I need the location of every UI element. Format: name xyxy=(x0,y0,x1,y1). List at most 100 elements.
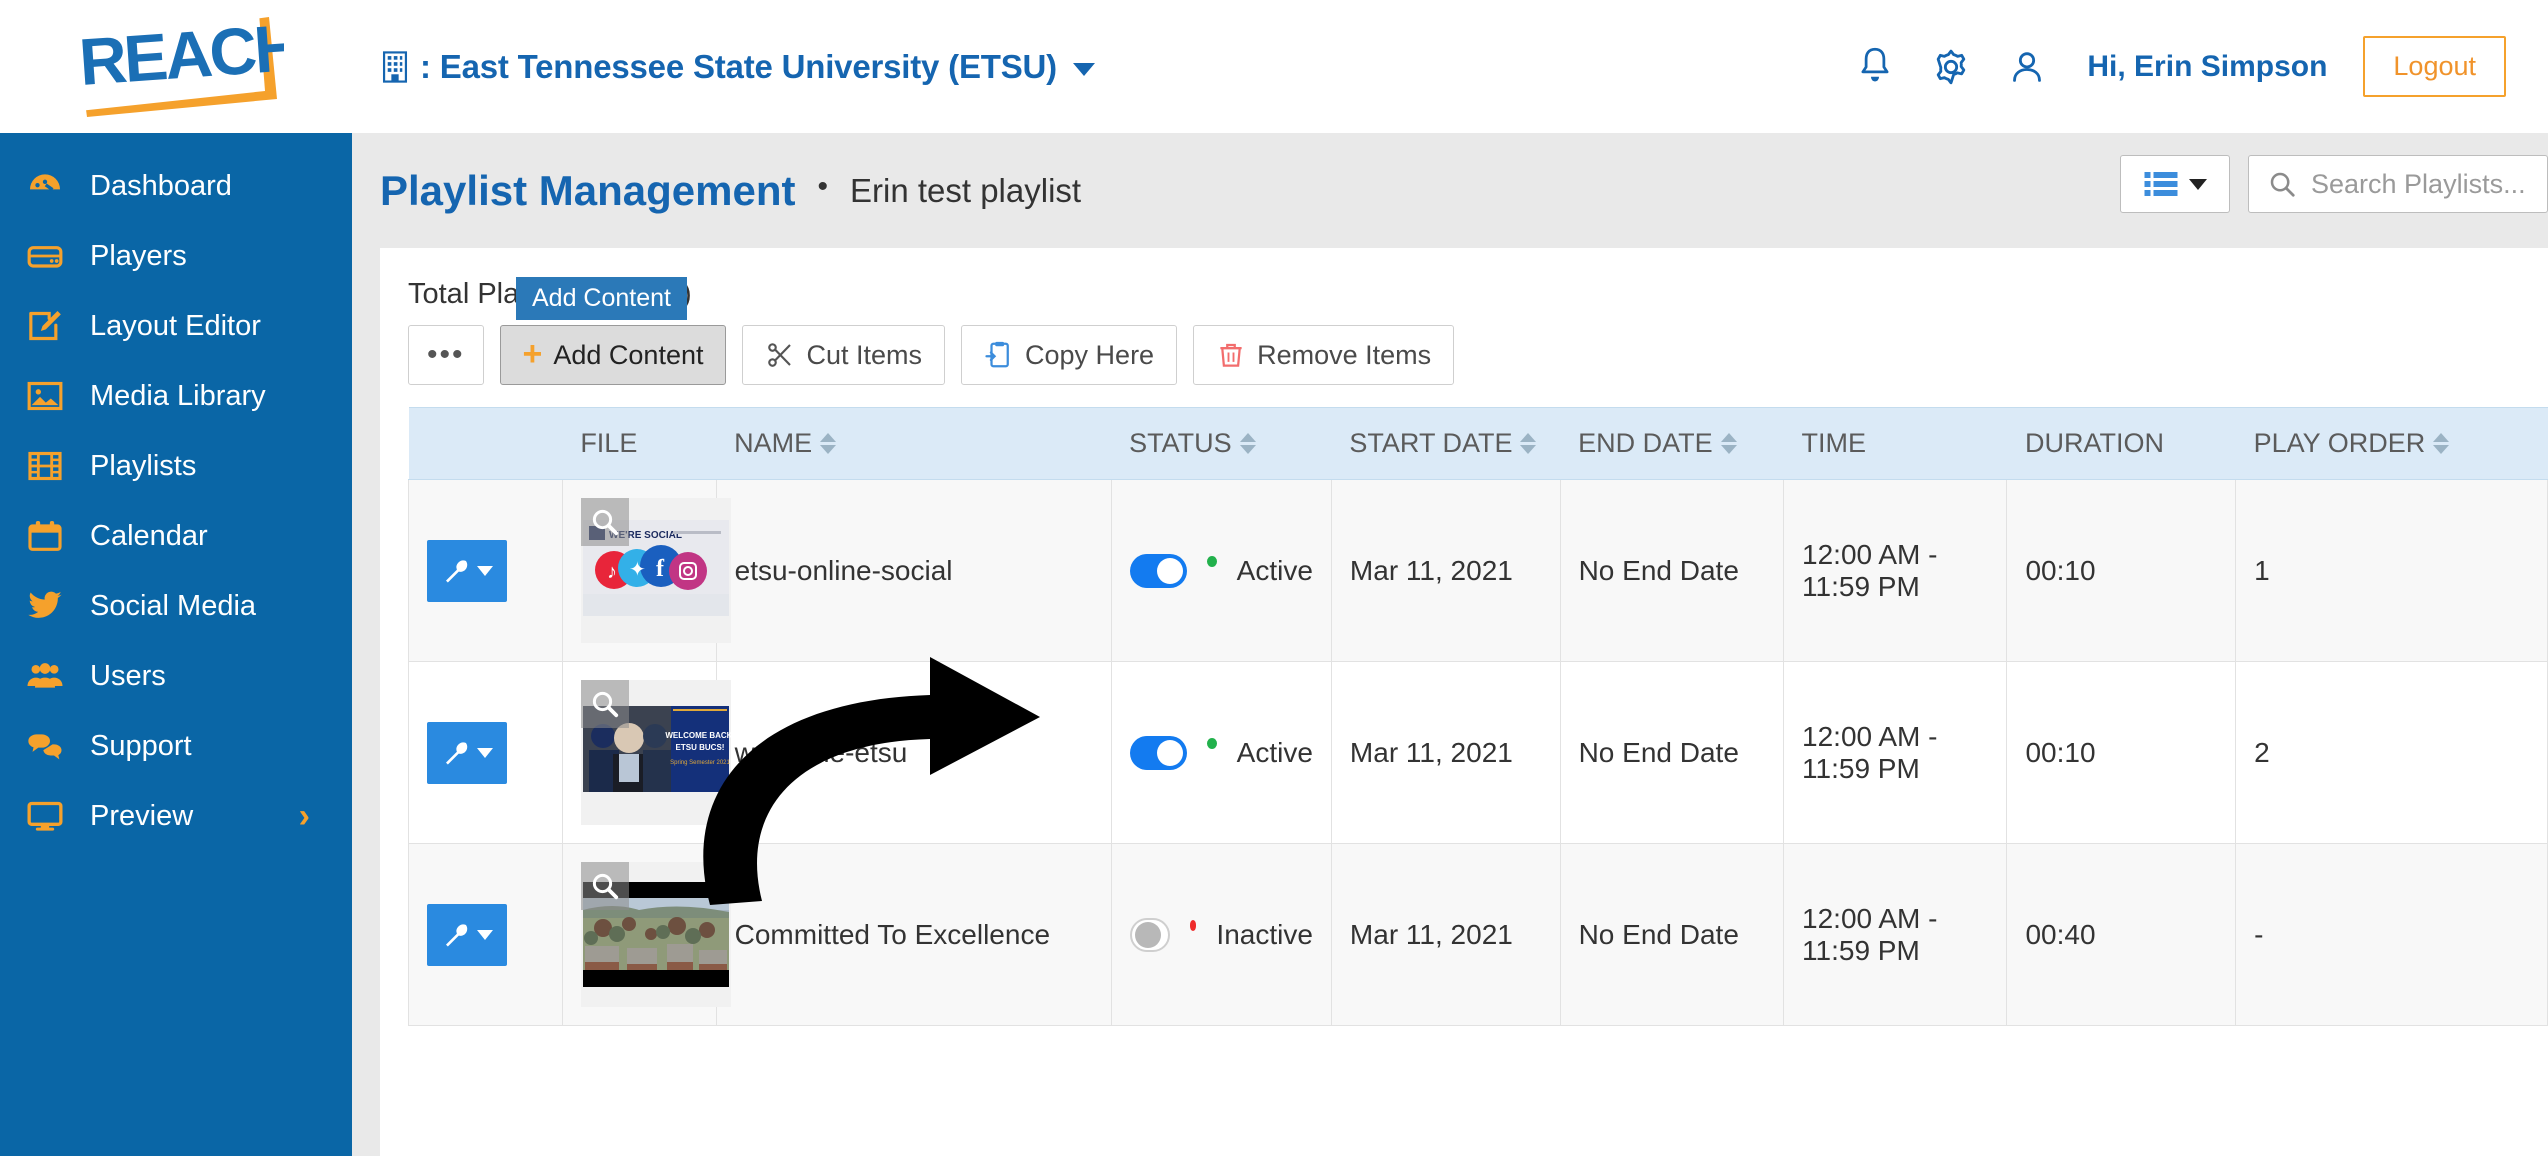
building-icon xyxy=(382,50,408,83)
twitter-bird-icon xyxy=(22,583,68,629)
sidebar-item-playlists[interactable]: Playlists xyxy=(0,431,352,501)
row-thumbnail-cell xyxy=(561,843,731,1026)
status-dot xyxy=(1189,920,1197,931)
status-toggle[interactable] xyxy=(1129,735,1187,770)
add-content-tooltip: Add Content xyxy=(516,277,687,320)
col-name[interactable]: NAME xyxy=(716,407,1112,480)
sidebar-item-label: Social Media xyxy=(90,589,257,622)
sidebar-item-media-library[interactable]: Media Library xyxy=(0,361,352,431)
sort-icon[interactable] xyxy=(820,433,837,454)
row-status-cell: Inactive xyxy=(1110,843,1332,1026)
org-name-text: East Tennessee State University (ETSU) xyxy=(439,47,1057,85)
sidebar-item-players[interactable]: Players xyxy=(0,221,352,291)
sidebar-item-calendar[interactable]: Calendar xyxy=(0,501,352,571)
table-row: WE'RE SOCIAL ♪ ✦ f etsu-online-social Ac… xyxy=(408,479,2548,662)
image-icon xyxy=(22,373,68,419)
row-actions-button[interactable] xyxy=(427,721,507,784)
add-content-button[interactable]: + Add Content xyxy=(499,325,727,385)
playlist-items-table: FILE NAME STATUS START DATE END DATE TIM… xyxy=(408,407,2548,1026)
gear-icon[interactable] xyxy=(1931,46,1971,88)
col-end-date[interactable]: END DATE xyxy=(1560,407,1784,480)
chevron-down-icon[interactable] xyxy=(1072,63,1095,76)
chevron-down-icon xyxy=(477,929,493,940)
sidebar-item-layout-editor[interactable]: Layout Editor xyxy=(0,291,352,361)
search-playlists-box[interactable] xyxy=(2248,155,2548,213)
sort-icon[interactable] xyxy=(2433,433,2450,454)
wrench-icon xyxy=(446,559,468,582)
sidebar-item-label: Dashboard xyxy=(90,169,232,202)
reach-logo[interactable]: REACH xyxy=(0,0,352,133)
remove-items-button[interactable]: Remove Items xyxy=(1193,325,1455,385)
person-icon[interactable] xyxy=(2007,46,2047,88)
status-label: Active xyxy=(1236,554,1313,586)
status-toggle[interactable] xyxy=(1129,553,1187,588)
wrench-icon xyxy=(446,923,468,946)
row-status-cell: Active xyxy=(1110,661,1332,844)
sort-icon[interactable] xyxy=(1520,433,1537,454)
status-dot xyxy=(1206,738,1217,749)
remove-items-label: Remove Items xyxy=(1257,339,1432,370)
sidebar-item-dashboard[interactable]: Dashboard xyxy=(0,151,352,221)
sidebar-item-support[interactable]: Support xyxy=(0,711,352,781)
sort-icon[interactable] xyxy=(1239,433,1256,454)
row-duration-cell: 00:40 xyxy=(2006,843,2237,1026)
cut-items-button[interactable]: Cut Items xyxy=(742,325,946,385)
view-mode-button[interactable] xyxy=(2120,155,2230,213)
sidebar-item-label: Playlists xyxy=(90,449,197,482)
col-start-date[interactable]: START DATE xyxy=(1331,407,1561,480)
sidebar-item-label: Media Library xyxy=(90,379,266,412)
row-play-order-cell: 2 xyxy=(2235,661,2548,844)
sidebar-item-label: Players xyxy=(90,239,187,272)
plus-icon: + xyxy=(522,335,543,374)
copy-here-label: Copy Here xyxy=(1025,339,1155,370)
playlist-toolbar: Add Content ••• + Add Content Cut Items xyxy=(408,277,2548,385)
breadcrumb-separator: • xyxy=(817,169,828,203)
sort-icon[interactable] xyxy=(1720,433,1737,454)
chevron-down-icon xyxy=(2189,178,2207,190)
svg-text:Spring Semester 2021: Spring Semester 2021 xyxy=(670,760,730,766)
user-greeting: Hi, Erin Simpson xyxy=(2087,49,2328,83)
row-end-date-cell: No End Date xyxy=(1559,661,1785,844)
svg-text:ETSU BUCS!: ETSU BUCS! xyxy=(675,743,724,752)
row-actions-button[interactable] xyxy=(427,903,507,966)
row-start-date-cell: Mar 11, 2021 xyxy=(1330,661,1561,844)
sidebar-item-label: Layout Editor xyxy=(90,309,261,342)
status-toggle[interactable] xyxy=(1129,917,1170,952)
row-start-date-cell: Mar 11, 2021 xyxy=(1330,843,1561,1026)
magnify-icon[interactable] xyxy=(580,680,629,728)
graduation-thumbnail[interactable]: WELCOME BACK, ETSU BUCS! Spring Semester… xyxy=(580,680,731,825)
row-name-cell: Committed To Excellence xyxy=(715,843,1112,1026)
chevron-right-icon[interactable]: › xyxy=(299,799,310,833)
campus-aerial-thumbnail[interactable] xyxy=(580,862,731,1007)
sidebar-item-social-media[interactable]: Social Media xyxy=(0,571,352,641)
page-title: Playlist Management xyxy=(380,166,796,214)
copy-here-button[interactable]: Copy Here xyxy=(961,325,1178,385)
edit-layout-icon xyxy=(22,303,68,349)
sidebar-item-label: Preview xyxy=(90,799,194,832)
svg-text:f: f xyxy=(656,556,665,582)
row-actions-button[interactable] xyxy=(427,539,507,602)
bell-icon[interactable] xyxy=(1855,46,1895,88)
trash-icon xyxy=(1220,343,1242,367)
chat-bubble-icon xyxy=(22,723,68,769)
top-bar: REACH : East Tennessee State University … xyxy=(0,0,2548,133)
search-icon xyxy=(2270,172,2295,197)
chevron-down-icon xyxy=(477,747,493,758)
page-header-actions xyxy=(2120,155,2548,213)
status-dot xyxy=(1206,556,1217,567)
logout-button[interactable]: Logout xyxy=(2363,36,2506,97)
col-play-order[interactable]: PLAY ORDER xyxy=(2235,407,2548,480)
paste-icon xyxy=(985,341,1009,368)
row-status-cell: Active xyxy=(1110,479,1332,662)
organization-selector[interactable]: : East Tennessee State University (ETSU) xyxy=(380,48,1095,86)
magnify-icon[interactable] xyxy=(580,498,629,546)
social-media-thumbnail[interactable]: WE'RE SOCIAL ♪ ✦ f xyxy=(580,498,731,643)
sidebar-item-users[interactable]: Users xyxy=(0,641,352,711)
row-name-cell: welcome-etsu xyxy=(715,661,1112,844)
svg-text:REACH: REACH xyxy=(76,13,283,99)
search-input[interactable] xyxy=(2309,167,2529,201)
col-status[interactable]: STATUS xyxy=(1111,407,1332,480)
sidebar-item-preview[interactable]: Preview › xyxy=(0,781,352,851)
more-options-button[interactable]: ••• xyxy=(408,325,484,385)
magnify-icon[interactable] xyxy=(580,862,629,910)
